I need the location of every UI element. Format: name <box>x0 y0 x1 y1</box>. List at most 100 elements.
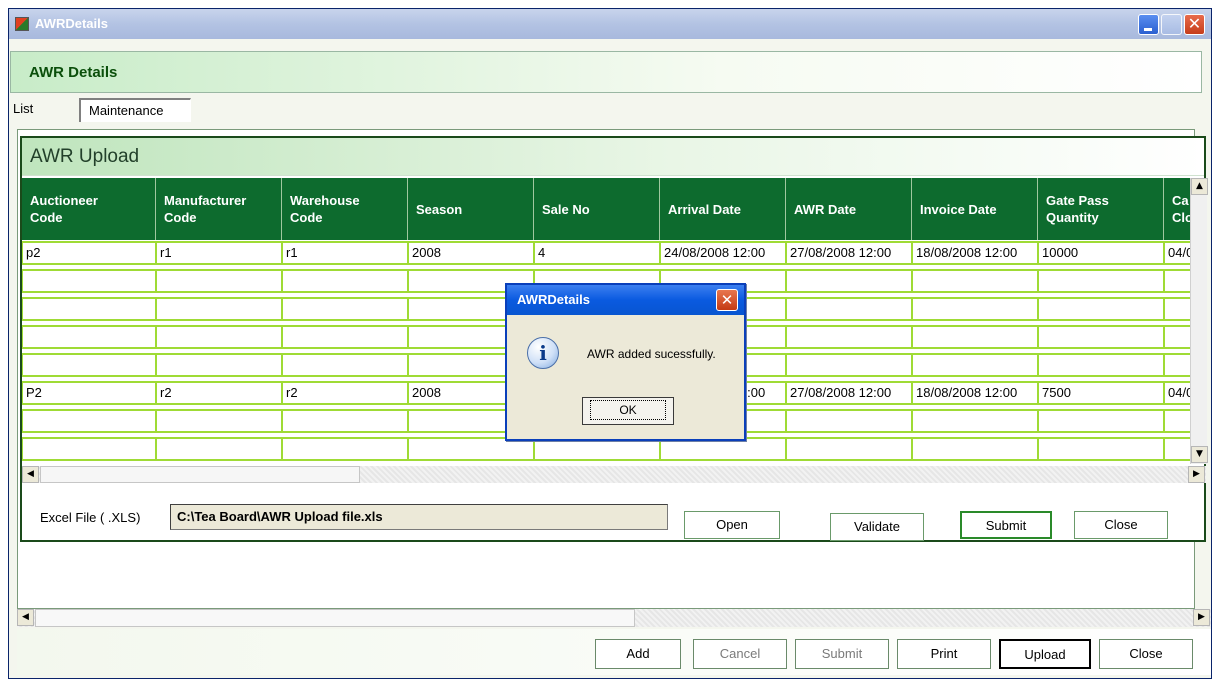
table-cell[interactable] <box>282 325 408 349</box>
table-cell[interactable]: r1 <box>156 241 282 265</box>
table-cell[interactable]: 2008 <box>408 241 534 265</box>
table-cell[interactable]: 04/0 <box>1164 381 1190 405</box>
print-button[interactable]: Print <box>897 639 991 669</box>
excel-file-path-field[interactable]: C:\Tea Board\AWR Upload file.xls <box>170 504 668 530</box>
table-cell[interactable]: 7500 <box>1038 381 1164 405</box>
table-cell[interactable] <box>912 353 1038 377</box>
table-cell[interactable]: 27/08/2008 12:00 <box>786 381 912 405</box>
scroll-up-arrow-icon[interactable]: ▲ <box>1191 178 1208 195</box>
table-cell[interactable]: r1 <box>282 241 408 265</box>
table-cell[interactable] <box>282 269 408 293</box>
table-cell[interactable] <box>912 325 1038 349</box>
column-header[interactable]: Warehouse Code <box>282 178 408 240</box>
table-cell[interactable] <box>912 297 1038 321</box>
add-button[interactable]: Add <box>595 639 681 669</box>
table-cell[interactable] <box>282 437 408 461</box>
table-cell[interactable] <box>1038 353 1164 377</box>
table-cell[interactable] <box>1164 325 1190 349</box>
table-cell[interactable] <box>786 297 912 321</box>
column-header[interactable]: Season <box>408 178 534 240</box>
cancel-button[interactable]: Cancel <box>693 639 787 669</box>
scroll-left-arrow-icon[interactable]: ◀ <box>17 609 34 626</box>
window-close-button[interactable]: ✕ <box>1184 14 1205 35</box>
table-cell[interactable] <box>786 409 912 433</box>
grid-scroll-thumb[interactable] <box>40 466 360 483</box>
table-cell[interactable] <box>786 325 912 349</box>
table-cell[interactable] <box>22 297 156 321</box>
column-header[interactable]: Gate Pass Quantity <box>1038 178 1164 240</box>
table-cell[interactable]: 04/0 <box>1164 241 1190 265</box>
grid-horizontal-scrollbar[interactable]: ◀ ▶ <box>22 466 1206 483</box>
table-cell[interactable]: r2 <box>156 381 282 405</box>
table-cell[interactable] <box>1164 269 1190 293</box>
tab-list[interactable]: List <box>13 101 33 116</box>
table-cell[interactable] <box>282 353 408 377</box>
column-header[interactable]: AWR Date <box>786 178 912 240</box>
maximize-button[interactable] <box>1161 14 1182 35</box>
dialog-title-bar[interactable]: AWRDetails ✕ <box>507 285 744 315</box>
dialog-ok-button[interactable]: OK <box>582 397 674 425</box>
table-cell[interactable]: 18/08/2008 12:00 <box>912 241 1038 265</box>
bottom-submit-button[interactable]: Submit <box>795 639 889 669</box>
panel-scroll-thumb[interactable] <box>35 609 635 627</box>
table-cell[interactable] <box>156 353 282 377</box>
table-cell[interactable] <box>786 269 912 293</box>
bottom-close-button[interactable]: Close <box>1099 639 1193 669</box>
table-cell[interactable] <box>786 437 912 461</box>
table-cell[interactable] <box>22 437 156 461</box>
table-cell[interactable] <box>22 409 156 433</box>
validate-button[interactable]: Validate <box>830 513 924 541</box>
table-cell[interactable]: r2 <box>282 381 408 405</box>
column-header[interactable]: Manufacturer Code <box>156 178 282 240</box>
minimize-button[interactable] <box>1138 14 1159 35</box>
table-cell[interactable]: P2 <box>22 381 156 405</box>
column-header[interactable]: Auctioneer Code <box>22 178 156 240</box>
column-header[interactable]: Invoice Date <box>912 178 1038 240</box>
table-cell[interactable] <box>912 437 1038 461</box>
upload-button[interactable]: Upload <box>999 639 1091 669</box>
table-cell[interactable] <box>282 297 408 321</box>
table-cell[interactable]: 10000 <box>1038 241 1164 265</box>
table-cell[interactable]: 24/08/2008 12:00 <box>660 241 786 265</box>
table-cell[interactable] <box>1038 409 1164 433</box>
table-cell[interactable]: 18/08/2008 12:00 <box>912 381 1038 405</box>
dialog-close-icon[interactable]: ✕ <box>716 289 738 311</box>
scroll-down-arrow-icon[interactable]: ▼ <box>1191 446 1208 463</box>
table-cell[interactable] <box>156 409 282 433</box>
table-cell[interactable] <box>1164 353 1190 377</box>
table-cell[interactable] <box>1038 269 1164 293</box>
upload-close-button[interactable]: Close <box>1074 511 1168 539</box>
panel-horizontal-scrollbar[interactable]: ◀ ▶ <box>17 609 1211 627</box>
table-cell[interactable] <box>156 325 282 349</box>
table-cell[interactable]: 27/08/2008 12:00 <box>786 241 912 265</box>
table-cell[interactable] <box>22 325 156 349</box>
upload-submit-button[interactable]: Submit <box>960 511 1052 539</box>
table-cell[interactable]: p2 <box>22 241 156 265</box>
column-header[interactable]: Arrival Date <box>660 178 786 240</box>
table-cell[interactable] <box>22 353 156 377</box>
table-cell[interactable] <box>1164 437 1190 461</box>
table-cell[interactable] <box>1164 297 1190 321</box>
message-dialog: AWRDetails ✕ i AWR added sucessfully. OK <box>505 283 746 441</box>
table-cell[interactable] <box>156 297 282 321</box>
table-cell[interactable] <box>1038 437 1164 461</box>
table-cell[interactable] <box>1038 297 1164 321</box>
table-cell[interactable] <box>912 409 1038 433</box>
table-cell[interactable] <box>22 269 156 293</box>
column-header[interactable]: Sale No <box>534 178 660 240</box>
open-button[interactable]: Open <box>684 511 780 539</box>
table-cell[interactable] <box>156 269 282 293</box>
table-cell[interactable] <box>1038 325 1164 349</box>
table-cell[interactable]: 4 <box>534 241 660 265</box>
table-cell[interactable] <box>156 437 282 461</box>
table-cell[interactable] <box>282 409 408 433</box>
grid-vertical-scrollbar[interactable]: ▲ ▼ <box>1190 178 1208 464</box>
scroll-right-arrow-icon[interactable]: ▶ <box>1193 609 1210 626</box>
table-cell[interactable] <box>786 353 912 377</box>
grid-scroll-right-arrow-icon[interactable]: ▶ <box>1188 466 1205 483</box>
table-cell[interactable] <box>912 269 1038 293</box>
grid-scroll-left-arrow-icon[interactable]: ◀ <box>22 466 39 483</box>
title-bar[interactable]: AWRDetails ✕ <box>9 9 1211 39</box>
table-cell[interactable] <box>1164 409 1190 433</box>
tab-maintenance[interactable]: Maintenance <box>79 98 191 122</box>
